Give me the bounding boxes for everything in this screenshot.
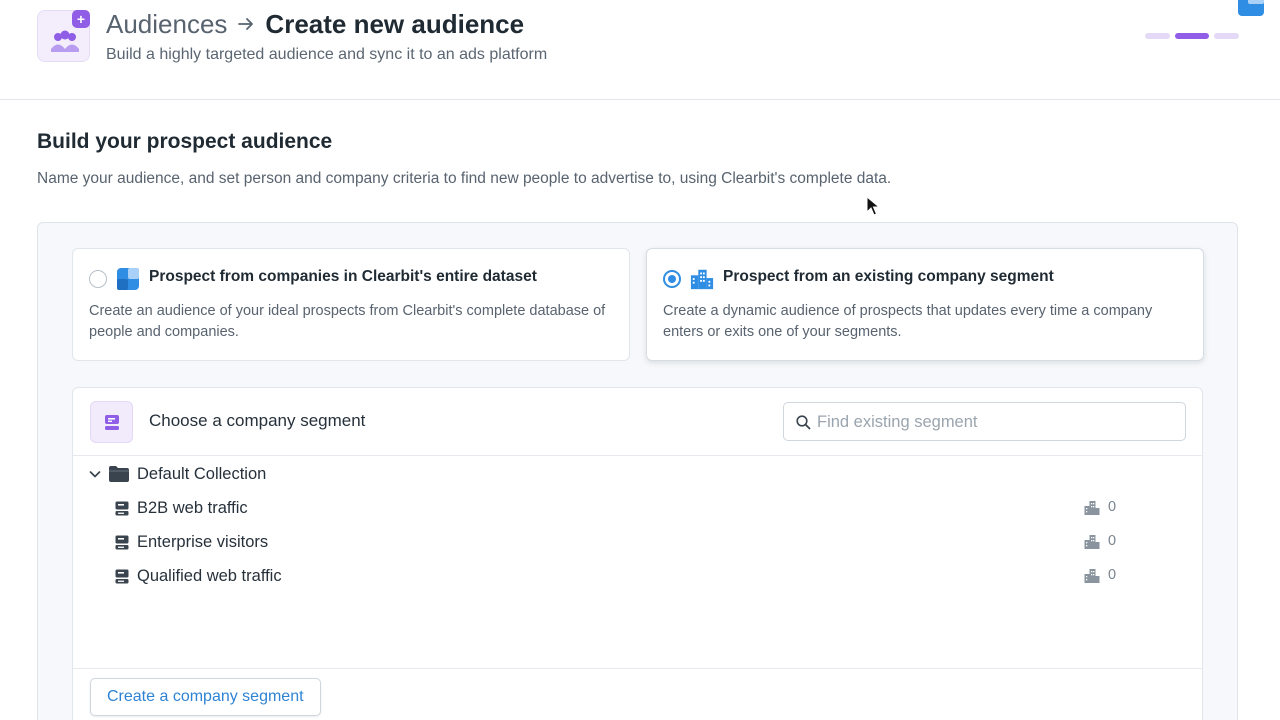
mouse-cursor-icon <box>866 196 880 216</box>
clearbit-logo-icon <box>1238 0 1264 16</box>
option-title: Prospect from an existing company segmen… <box>723 268 1054 286</box>
segment-chooser-title: Choose a company segment <box>149 411 365 431</box>
segment-chooser: Choose a company segment Default Collect… <box>72 387 1203 720</box>
segment-chooser-footer: Create a company segment <box>73 668 1202 720</box>
add-badge-icon: + <box>72 10 90 28</box>
buildings-icon <box>1084 534 1100 549</box>
step-indicator-3 <box>1214 33 1239 39</box>
segment-item[interactable]: Qualified web traffic 0 <box>115 564 1175 588</box>
segment-name: Enterprise visitors <box>137 533 268 552</box>
collection-name: Default Collection <box>137 465 266 484</box>
radio-entire-dataset[interactable] <box>89 270 107 288</box>
count-value: 0 <box>1108 567 1116 583</box>
section-title: Build your prospect audience <box>37 130 332 154</box>
option-existing-segment[interactable]: Prospect from an existing company segmen… <box>646 248 1204 361</box>
segment-item[interactable]: B2B web traffic 0 <box>115 496 1175 520</box>
chevron-down-icon[interactable] <box>87 466 103 482</box>
option-description: Create a dynamic audience of prospects t… <box>663 301 1183 343</box>
audience-icon: + <box>37 10 90 62</box>
segment-list-icon <box>115 569 129 584</box>
buildings-icon <box>1084 568 1100 583</box>
search-icon <box>796 415 811 430</box>
arrow-right-icon <box>237 15 255 33</box>
audience-source-panel: Prospect from companies in Clearbit's en… <box>37 222 1238 720</box>
count-value: 0 <box>1108 499 1116 515</box>
segment-chooser-header: Choose a company segment <box>73 388 1202 456</box>
section-description: Name your audience, and set person and c… <box>37 170 891 188</box>
option-title: Prospect from companies in Clearbit's en… <box>149 268 537 286</box>
page-subtitle: Build a highly targeted audience and syn… <box>106 46 547 64</box>
page-header: + Audiences Create new audience Build a … <box>0 0 1280 100</box>
option-description: Create an audience of your ideal prospec… <box>89 301 609 343</box>
collection-row[interactable]: Default Collection <box>87 462 266 486</box>
create-company-segment-button[interactable]: Create a company segment <box>90 678 321 716</box>
page-title: Create new audience <box>265 9 524 40</box>
count-value: 0 <box>1108 533 1116 549</box>
option-entire-dataset[interactable]: Prospect from companies in Clearbit's en… <box>72 248 630 361</box>
step-progress <box>1145 33 1239 39</box>
radio-existing-segment[interactable] <box>663 270 681 288</box>
clearbit-logo-icon <box>116 267 140 291</box>
segment-name: Qualified web traffic <box>137 567 282 586</box>
step-indicator-2 <box>1175 33 1209 39</box>
segment-list-icon <box>115 535 129 550</box>
segment-item[interactable]: Enterprise visitors 0 <box>115 530 1175 554</box>
segment-list-icon <box>115 501 129 516</box>
segment-search-box[interactable] <box>783 402 1186 441</box>
step-indicator-1 <box>1145 33 1170 39</box>
segment-icon <box>90 401 133 443</box>
segment-company-count: 0 <box>1084 499 1116 515</box>
segment-company-count: 0 <box>1084 567 1116 583</box>
segment-search-input[interactable] <box>817 409 1177 435</box>
buildings-icon <box>1084 500 1100 515</box>
breadcrumb: Audiences Create new audience <box>106 6 524 42</box>
segment-name: B2B web traffic <box>137 499 248 518</box>
breadcrumb-audiences-link[interactable]: Audiences <box>106 9 227 40</box>
segment-company-count: 0 <box>1084 533 1116 549</box>
folder-icon <box>109 466 129 482</box>
buildings-icon <box>690 267 714 291</box>
